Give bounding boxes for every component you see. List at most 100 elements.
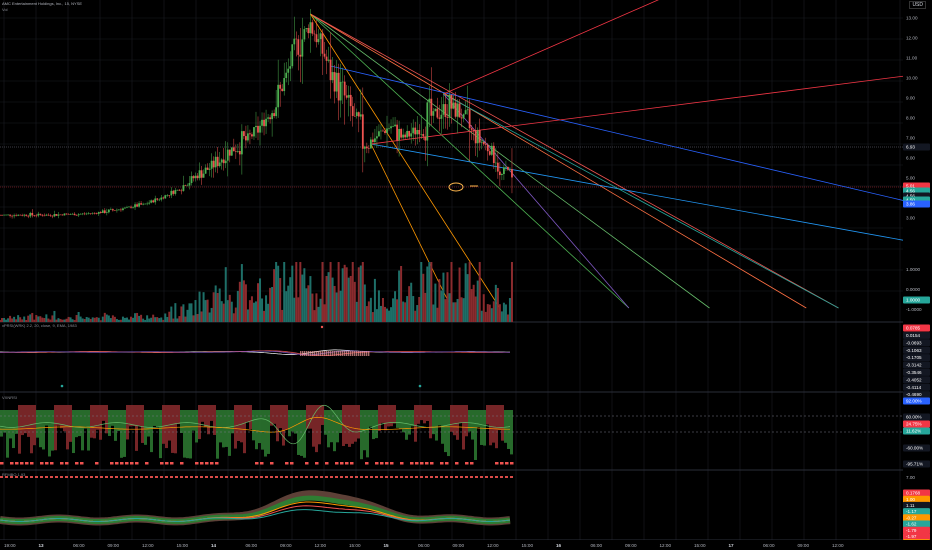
time-tick-label: 12:00 bbox=[315, 543, 327, 548]
volume-bar bbox=[81, 318, 84, 322]
osc1-tag: -0.0693 bbox=[906, 340, 922, 345]
osc2-fill bbox=[150, 410, 153, 453]
osc2-fill bbox=[444, 410, 447, 453]
candle-body bbox=[150, 200, 153, 203]
volume-bar bbox=[490, 308, 493, 322]
volume-bar bbox=[353, 281, 356, 322]
candle-body bbox=[71, 213, 74, 215]
osc3-dot-row bbox=[370, 476, 373, 478]
volume-bar bbox=[194, 300, 197, 322]
trend-line bbox=[370, 143, 903, 241]
candle-body bbox=[198, 170, 201, 179]
volume-bar bbox=[388, 310, 391, 322]
volume-bar bbox=[69, 317, 72, 322]
osc2-fill bbox=[132, 405, 135, 427]
time-axis[interactable]: 19:00 13 06:00 09:00 12:00 15:00 14 06:00 09:00 1… bbox=[0, 540, 932, 550]
trend-line bbox=[310, 13, 807, 309]
volume-bar bbox=[93, 317, 96, 322]
osc2-dot-row bbox=[45, 462, 49, 465]
osc3-dot-row bbox=[35, 476, 38, 478]
volume-tick-label: -1.0000 bbox=[906, 307, 922, 312]
osc2-fill bbox=[354, 405, 357, 442]
osc2-fill bbox=[294, 410, 297, 434]
volume-bar bbox=[301, 274, 304, 322]
candle-body bbox=[103, 210, 106, 213]
candle-body bbox=[511, 169, 513, 178]
osc2-fill bbox=[156, 410, 159, 428]
candle-body bbox=[416, 130, 419, 135]
osc3-dot-row bbox=[445, 476, 448, 478]
volume-bar bbox=[474, 296, 477, 322]
trading-chart[interactable]: 13.00 12.00 11.00 10.00 9.00 8.00 7.00 6.00 5.00… bbox=[0, 0, 932, 550]
osc2-fill bbox=[420, 405, 423, 421]
volume-bar bbox=[75, 315, 78, 322]
trend-lines[interactable] bbox=[310, 0, 932, 309]
osc2-fill bbox=[468, 410, 471, 432]
osc3-dot-row bbox=[500, 476, 503, 478]
volume-bar bbox=[486, 304, 489, 322]
volume-bar bbox=[212, 292, 215, 322]
volume-bar bbox=[53, 310, 56, 322]
osc3-dot-row bbox=[195, 476, 198, 478]
candle-body bbox=[7, 214, 9, 216]
candle-body bbox=[444, 104, 447, 117]
candle-body bbox=[45, 214, 48, 216]
osc2-dot-row bbox=[385, 462, 389, 465]
volume-bar bbox=[424, 292, 427, 322]
osc3-dot-row bbox=[250, 476, 253, 478]
osc2-fill bbox=[168, 405, 171, 441]
osc3-tag: -1.79 bbox=[906, 528, 917, 533]
volume-bar bbox=[226, 300, 229, 322]
osc3-dot-row bbox=[425, 476, 428, 478]
volume-bar bbox=[142, 318, 145, 322]
candle-body bbox=[313, 33, 316, 35]
volume-bar bbox=[33, 319, 36, 322]
volume-bar bbox=[148, 318, 151, 322]
candle-body bbox=[23, 214, 26, 216]
osc2-dot-row bbox=[20, 462, 24, 465]
volume-bar bbox=[325, 276, 328, 322]
volume-bar bbox=[317, 306, 320, 322]
candle-body bbox=[158, 199, 161, 201]
osc1-histogram-bar bbox=[366, 351, 368, 356]
osc3-dot-row bbox=[415, 476, 418, 478]
volume-bar bbox=[248, 300, 251, 322]
osc3-dot-row bbox=[295, 476, 298, 478]
volume-bar bbox=[166, 316, 169, 322]
trend-line bbox=[443, 0, 659, 95]
volume-bar bbox=[468, 262, 471, 322]
time-tick-label: 12:00 bbox=[832, 543, 844, 548]
volume-tick-label: 0.0000 bbox=[906, 287, 920, 292]
candle-body bbox=[194, 175, 197, 179]
volume-bar bbox=[244, 284, 247, 322]
volume-bar bbox=[0, 320, 1, 322]
currency-badge[interactable]: USD bbox=[909, 1, 926, 9]
volume-bar bbox=[359, 265, 362, 322]
osc2-dot-row bbox=[30, 462, 34, 465]
trend-line bbox=[330, 65, 903, 201]
osc2-fill bbox=[405, 410, 408, 440]
osc1-histogram-bar bbox=[324, 351, 326, 356]
volume-bar bbox=[271, 287, 274, 322]
candle-body bbox=[305, 28, 308, 30]
volume-bar bbox=[377, 290, 380, 322]
candle-body bbox=[172, 190, 175, 194]
volume-bar bbox=[450, 262, 453, 322]
volume-bar bbox=[460, 297, 463, 322]
volume-bar bbox=[381, 297, 384, 322]
osc2-dot-row bbox=[255, 462, 259, 465]
volume-bar bbox=[47, 318, 50, 322]
candle-body bbox=[303, 29, 306, 40]
osc2-fill bbox=[408, 410, 411, 435]
candle-body bbox=[293, 38, 296, 45]
volume-bar bbox=[379, 305, 382, 322]
volume-bar bbox=[257, 283, 259, 322]
volume-bar bbox=[269, 287, 272, 322]
osc3-dot-row bbox=[510, 476, 513, 478]
volume-bar bbox=[37, 316, 40, 322]
osc3-dot-row bbox=[220, 476, 223, 478]
candle-body bbox=[35, 215, 38, 217]
volume-bar bbox=[472, 284, 475, 322]
candle-body bbox=[400, 128, 403, 138]
candle-body bbox=[454, 102, 457, 117]
